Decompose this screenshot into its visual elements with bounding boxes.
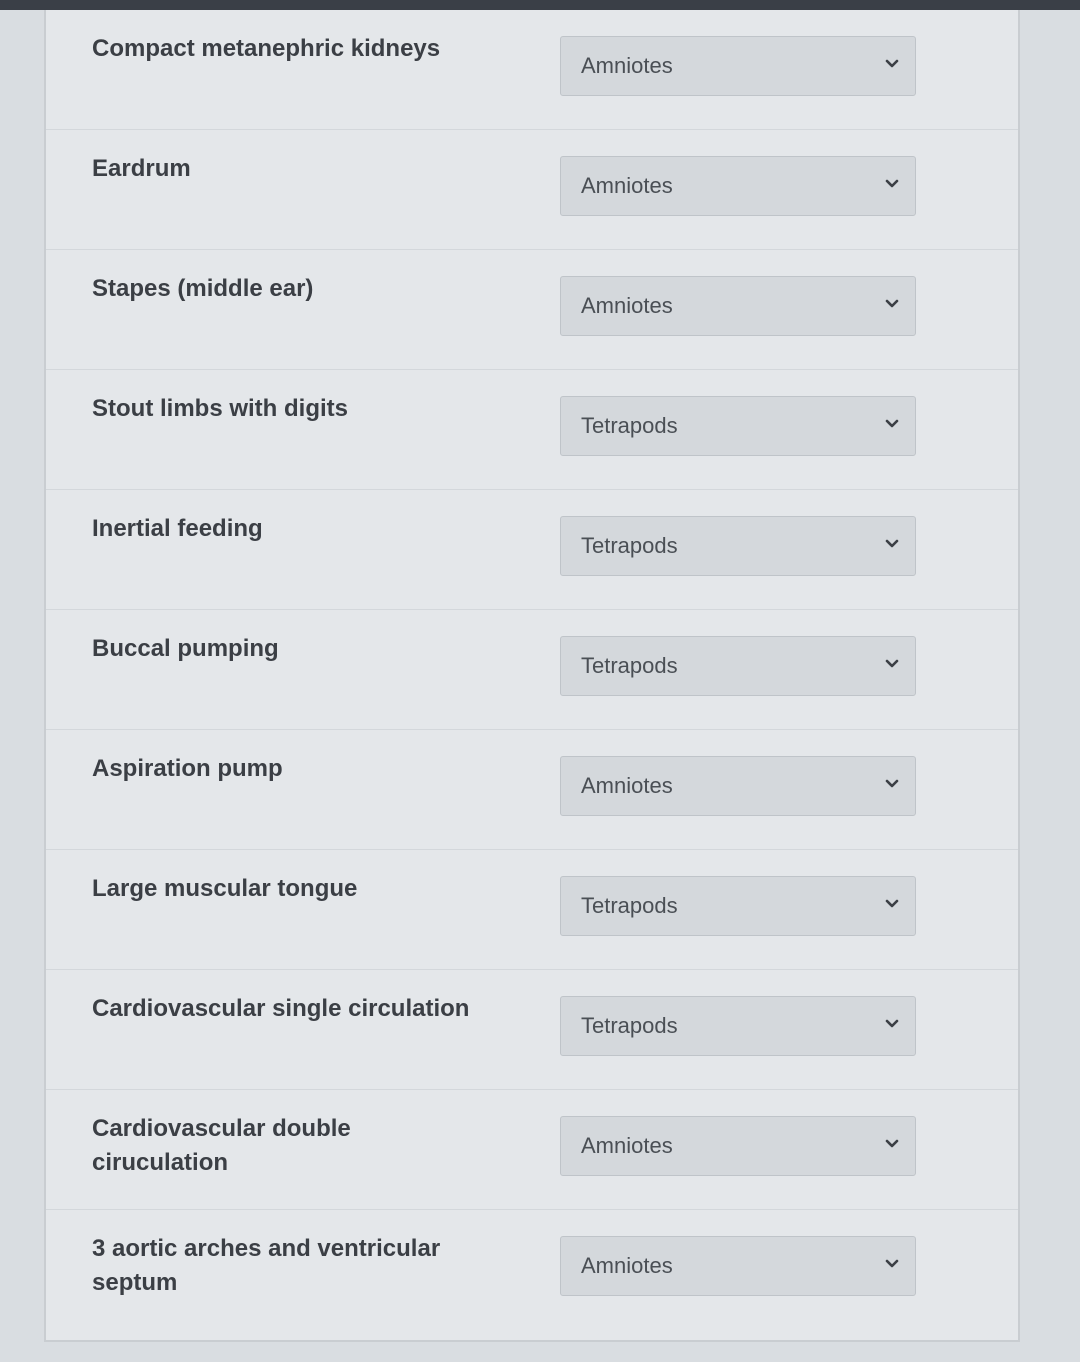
chevron-down-icon [885,779,899,788]
clade-dropdown[interactable]: Tetrapods [560,876,916,936]
dropdown-selected-value: Tetrapods [581,653,678,678]
matching-row-5: Inertial feeding Tetrapods [46,490,1018,610]
dropdown-selected-value: Tetrapods [581,893,678,918]
chevron-down-icon [885,299,899,308]
chevron-down-icon [885,1019,899,1028]
trait-label: 3 aortic arches and ventricular septum [92,1235,441,1296]
dropdown-selected-value: Tetrapods [581,533,678,558]
matching-row-9: Cardiovascular single circulation Tetrap… [46,970,1018,1090]
window-top-bar [0,0,1080,10]
trait-label: Stout limbs with digits [92,395,348,422]
trait-label: Large muscular tongue [92,875,358,902]
matching-row-7: Aspiration pump Amniotes [46,730,1018,850]
chevron-down-icon [885,179,899,188]
dropdown-selected-value: Tetrapods [581,413,678,438]
matching-row-6: Buccal pumping Tetrapods [46,610,1018,730]
matching-row-3: Stapes (middle ear) Amniotes [46,250,1018,370]
matching-row-2: Eardrum Amniotes [46,130,1018,250]
dropdown-selected-value: Amniotes [581,53,673,78]
trait-label: Cardiovascular single circulation [92,995,470,1022]
matching-row-1: Compact metanephric kidneys Amniotes [46,10,1018,130]
chevron-down-icon [885,59,899,68]
chevron-down-icon [885,899,899,908]
clade-dropdown[interactable]: Amniotes [560,756,916,816]
chevron-down-icon [885,659,899,668]
matching-row-8: Large muscular tongue Tetrapods [46,850,1018,970]
matching-question-panel: Compact metanephric kidneys Amniotes Ear… [44,10,1020,1342]
clade-dropdown[interactable]: Amniotes [560,1116,916,1176]
dropdown-selected-value: Amniotes [581,173,673,198]
trait-label: Eardrum [92,155,191,182]
dropdown-selected-value: Amniotes [581,1253,673,1278]
chevron-down-icon [885,1259,899,1268]
dropdown-selected-value: Amniotes [581,293,673,318]
trait-label: Buccal pumping [92,635,279,662]
dropdown-selected-value: Amniotes [581,773,673,798]
clade-dropdown[interactable]: Tetrapods [560,636,916,696]
trait-label: Stapes (middle ear) [92,275,314,302]
clade-dropdown[interactable]: Tetrapods [560,516,916,576]
dropdown-selected-value: Amniotes [581,1133,673,1158]
trait-label: Aspiration pump [92,755,283,782]
matching-row-10: Cardiovascular double ciruculation Amnio… [46,1090,1018,1210]
clade-dropdown[interactable]: Amniotes [560,1236,916,1296]
matching-row-11: 3 aortic arches and ventricular septum A… [46,1210,1018,1330]
matching-rows: Compact metanephric kidneys Amniotes Ear… [46,10,1018,1330]
clade-dropdown[interactable]: Tetrapods [560,996,916,1056]
clade-dropdown[interactable]: Amniotes [560,276,916,336]
matching-row-4: Stout limbs with digits Tetrapods [46,370,1018,490]
dropdown-selected-value: Tetrapods [581,1013,678,1038]
clade-dropdown[interactable]: Amniotes [560,156,916,216]
chevron-down-icon [885,1139,899,1148]
chevron-down-icon [885,539,899,548]
chevron-down-icon [885,419,899,428]
trait-label: Inertial feeding [92,515,263,542]
trait-label: Compact metanephric kidneys [92,35,441,62]
trait-label: Cardiovascular double ciruculation [92,1115,351,1176]
clade-dropdown[interactable]: Tetrapods [560,396,916,456]
clade-dropdown[interactable]: Amniotes [560,36,916,96]
